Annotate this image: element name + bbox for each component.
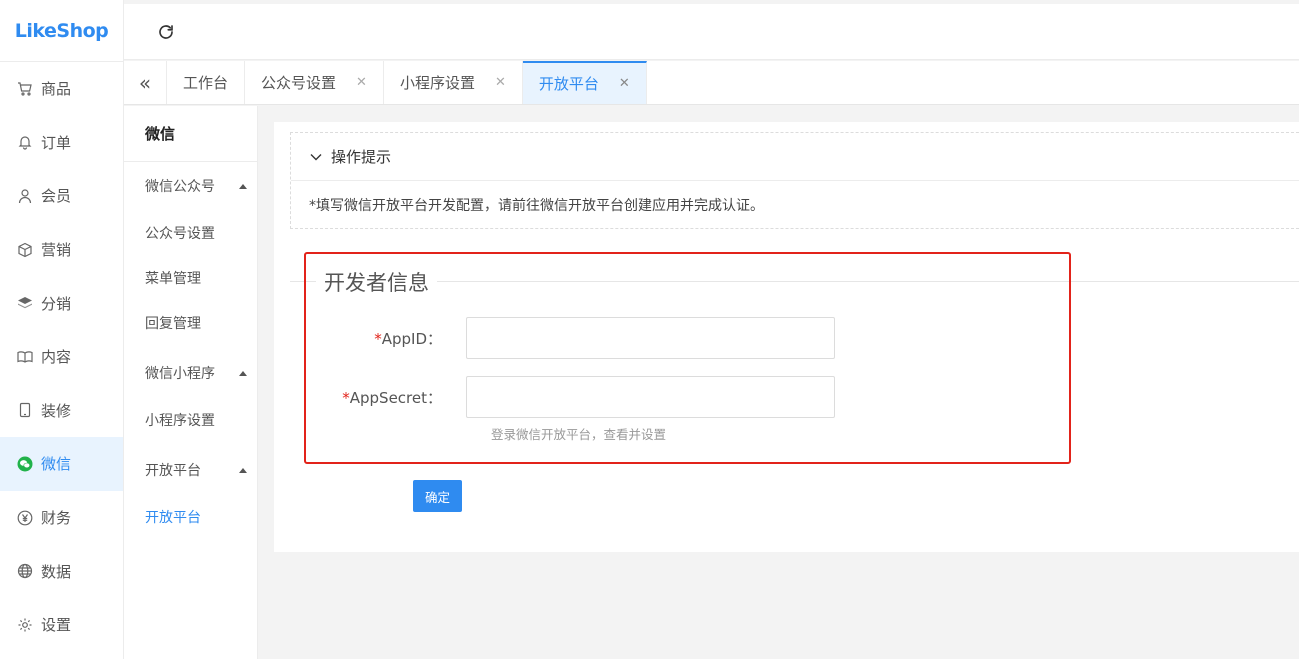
sub-group-0[interactable]: 微信公众号 (124, 162, 257, 210)
sidebar-item-label: 订单 (41, 133, 72, 152)
confirm-button[interactable]: 确定 (413, 480, 462, 512)
sidebar-item-label: 微信 (41, 455, 72, 474)
tab-0[interactable]: 工作台 (167, 61, 246, 104)
appid-input[interactable] (466, 317, 835, 359)
sidebar-item-label: 装修 (41, 401, 72, 420)
sidebar-item-label: 数据 (41, 562, 72, 581)
bell-icon (17, 134, 33, 150)
sidebar-item-label: 商品 (41, 80, 72, 99)
sidebar-item-label: 设置 (41, 616, 72, 635)
tab-2[interactable]: 小程序设置 ✕ (384, 61, 523, 104)
yen-icon (17, 510, 33, 526)
sidebar-item-label: 内容 (41, 348, 72, 367)
tips-toggle[interactable]: 操作提示 (291, 133, 1299, 181)
sidebar-item-label: 分销 (41, 294, 72, 313)
close-icon[interactable]: ✕ (356, 75, 367, 90)
tab-label: 工作台 (183, 74, 229, 92)
double-chevron-left-icon: « (138, 70, 152, 95)
sub-menu-title: 微信 (124, 106, 257, 162)
user-icon (17, 188, 33, 204)
sidebar-item-3[interactable]: 营销 (0, 223, 123, 277)
caret-up-icon (239, 183, 247, 189)
sub-item-0-0[interactable]: 公众号设置 (124, 210, 257, 255)
top-bar (124, 4, 1299, 60)
refresh-button[interactable] (156, 22, 176, 42)
tab-label: 公众号设置 (261, 74, 337, 92)
sub-item-0-2[interactable]: 回复管理 (124, 300, 257, 345)
tips-title: 操作提示 (331, 148, 392, 166)
sub-menu-groups: 微信公众号 公众号设置 菜单管理 回复管理 微信小程序 小程序设置 开放平台 开放平台 (124, 162, 257, 539)
fieldset-divider (290, 281, 1299, 282)
cube-icon (17, 242, 33, 258)
chevron-down-icon (309, 150, 323, 164)
sub-group-2[interactable]: 开放平台 (124, 446, 257, 494)
sidebar-item-label: 营销 (41, 241, 72, 260)
caret-up-icon (239, 370, 247, 376)
appid-label: *AppID： (374, 329, 442, 348)
tab-list: 工作台 公众号设置 ✕ 小程序设置 ✕ 开放平台 ✕ (167, 61, 647, 104)
sidebar-item-7[interactable]: 微信 (0, 437, 123, 491)
layers-icon (17, 295, 33, 311)
tab-1[interactable]: 公众号设置 ✕ (245, 61, 384, 104)
sidebar-item-2[interactable]: 会员 (0, 169, 123, 223)
tab-3[interactable]: 开放平台 ✕ (522, 61, 647, 104)
sub-item-0-1[interactable]: 菜单管理 (124, 255, 257, 300)
sidebar-nav: 商品订单会员营销分销内容装修微信财务数据设置 (0, 62, 123, 652)
refresh-icon (159, 24, 173, 39)
sidebar-item-5[interactable]: 内容 (0, 330, 123, 384)
sidebar-item-8[interactable]: 财务 (0, 491, 123, 545)
sub-group-label: 微信公众号 (145, 179, 215, 195)
appsecret-helper-text: 登录微信开放平台，查看并设置 (491, 427, 667, 442)
sub-group-label: 开放平台 (145, 463, 201, 479)
appsecret-row: *AppSecret： (274, 376, 835, 418)
sub-item-2-0[interactable]: 开放平台 (124, 494, 257, 539)
sidebar-item-1[interactable]: 订单 (0, 116, 123, 170)
close-icon[interactable]: ✕ (619, 76, 630, 91)
sidebar-item-9[interactable]: 数据 (0, 544, 123, 598)
caret-up-icon (239, 467, 247, 473)
sidebar-item-label: 财务 (41, 509, 72, 528)
globe-icon (17, 563, 33, 579)
tab-bar: « 工作台 公众号设置 ✕ 小程序设置 ✕ 开放平台 ✕ (124, 61, 1299, 105)
sidebar-item-label: 会员 (41, 187, 72, 206)
appsecret-label: *AppSecret： (342, 388, 442, 407)
logo: LikeShop (0, 0, 123, 62)
phone-icon (17, 402, 33, 418)
appid-row: *AppID： (274, 317, 835, 359)
appsecret-input[interactable] (466, 376, 835, 418)
sidebar-item-4[interactable]: 分销 (0, 276, 123, 330)
content-card: 操作提示 *填写微信开放平台开发配置，请前往微信开放平台创建应用并完成认证。 开… (274, 122, 1299, 552)
sub-group-label: 微信小程序 (145, 366, 215, 382)
tab-label: 开放平台 (538, 75, 599, 93)
sub-menu: 微信 微信公众号 公众号设置 菜单管理 回复管理 微信小程序 小程序设置 开放平台 开放平台 (124, 106, 258, 659)
gear-icon (17, 617, 33, 633)
wechat-icon (17, 456, 33, 472)
close-icon[interactable]: ✕ (495, 75, 506, 90)
sidebar-item-0[interactable]: 商品 (0, 62, 123, 116)
tips-body: *填写微信开放平台开发配置，请前往微信开放平台创建应用并完成认证。 (309, 198, 764, 214)
sub-item-1-0[interactable]: 小程序设置 (124, 397, 257, 442)
collapse-tabs-button[interactable]: « (124, 61, 167, 104)
developer-info-legend: 开发者信息 (316, 267, 437, 297)
sub-group-1[interactable]: 微信小程序 (124, 349, 257, 397)
cart-icon (17, 81, 33, 97)
operation-tips: 操作提示 *填写微信开放平台开发配置，请前往微信开放平台创建应用并完成认证。 (290, 132, 1299, 229)
main-sidebar: LikeShop 商品订单会员营销分销内容装修微信财务数据设置 (0, 0, 124, 659)
sidebar-item-6[interactable]: 装修 (0, 384, 123, 438)
book-icon (17, 349, 33, 365)
sidebar-item-10[interactable]: 设置 (0, 598, 123, 652)
tab-label: 小程序设置 (399, 74, 475, 92)
